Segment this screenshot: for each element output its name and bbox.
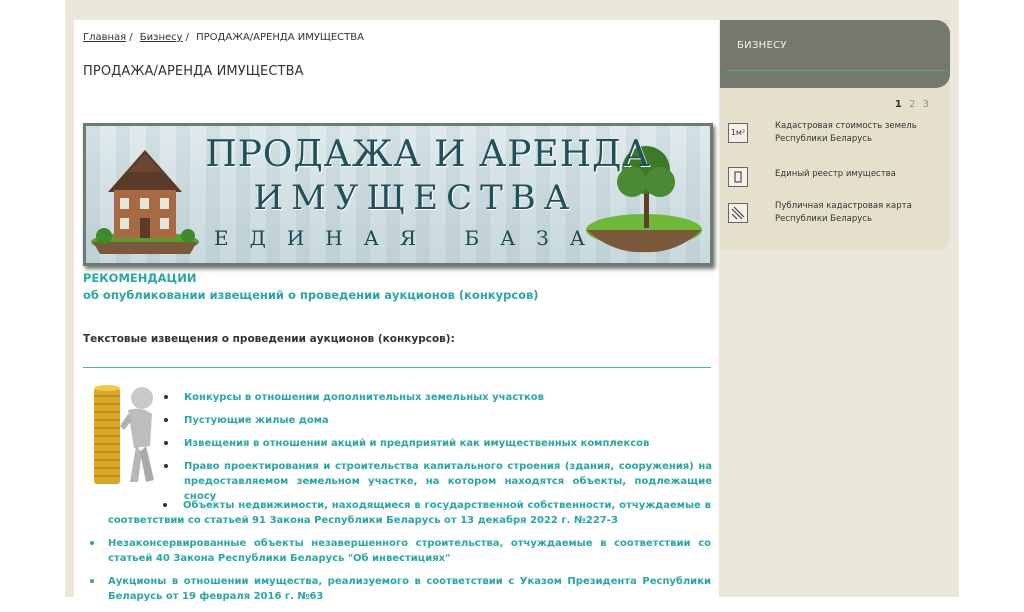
- coins-figure-illustration: [94, 385, 154, 484]
- banner-line-1: ПРОДАЖА И АРЕНДА: [205, 134, 651, 175]
- sidebar-item-property-register[interactable]: Единый реестр имущества: [726, 164, 946, 194]
- page-title: ПРОДАЖА/АРЕНДА ИМУЩЕСТВА: [83, 64, 304, 79]
- sidebar-item-label: Публичная кадастровая карта Республики Б…: [775, 201, 912, 224]
- breadcrumb: Главная / Бизнесу / ПРОДАЖА/АРЕНДА ИМУЩЕСТ…: [83, 32, 364, 43]
- banner-image: ПРОДАЖА И АРЕНДА ИМУЩЕСТВА ЕДИНАЯ БАЗА: [83, 123, 713, 266]
- page-1-button[interactable]: 1: [895, 99, 902, 110]
- banner-line-2: ИМУЩЕСТВА: [253, 178, 578, 218]
- sidebar-header-line: [726, 70, 948, 71]
- recommendations-title: РЕКОМЕНДАЦИИ: [83, 271, 197, 285]
- property-register-icon: [728, 167, 748, 187]
- recommendations-subtitle: об опубликовании извещений о проведении …: [83, 288, 539, 302]
- sidebar-item-cadastral-map[interactable]: Публичная кадастровая карта Республики Б…: [726, 200, 946, 230]
- link-decree-63-auctions[interactable]: Аукционы в отношении имущества, реализуе…: [90, 574, 711, 604]
- link-state-property-objects[interactable]: Объекты недвижимости, находящиеся в госу…: [108, 498, 711, 528]
- sidebar-item-label: Кадастровая стоимость земель Республики …: [775, 121, 917, 144]
- page-3-button[interactable]: 3: [923, 99, 929, 110]
- cadastral-value-icon: 1м²: [728, 123, 748, 143]
- sidebar-header: БИЗНЕСУ: [720, 20, 950, 88]
- sidebar-pager: 1 2 3: [891, 99, 929, 110]
- page-2-button[interactable]: 2: [909, 99, 915, 110]
- breadcrumb-business-link[interactable]: Бизнесу: [140, 32, 183, 43]
- main-content: Главная / Бизнесу / ПРОДАЖА/АРЕНДА ИМУЩЕСТ…: [74, 20, 719, 602]
- link-vacant-houses[interactable]: Пустующие жилые дома: [164, 413, 712, 428]
- banner-line-3: ЕДИНАЯ БАЗА: [214, 226, 606, 250]
- notices-heading: Текстовые извещения о проведении аукцион…: [83, 333, 455, 345]
- breadcrumb-home-link[interactable]: Главная: [83, 32, 126, 43]
- link-additional-land-plots[interactable]: Конкурсы в отношении дополнительных земе…: [164, 390, 712, 405]
- sidebar-item-label: Единый реестр имущества: [775, 169, 896, 179]
- recommendations-link[interactable]: РЕКОМЕНДАЦИИ об опубликовании извещений …: [83, 270, 539, 304]
- sidebar-item-cadastral-value[interactable]: 1м² Кадастровая стоимость земель Республ…: [726, 120, 946, 150]
- divider: [83, 367, 711, 368]
- sidebar: БИЗНЕСУ 1 2 3 1м² Кадастровая стоимость …: [720, 20, 950, 250]
- link-shares-and-enterprises[interactable]: Извещения в отношении акций и предприяти…: [164, 436, 712, 451]
- notice-links-list-2: Незаконсервированные объекты незавершенн…: [90, 536, 711, 612]
- sidebar-title: БИЗНЕСУ: [737, 40, 787, 51]
- cadastral-map-icon: [728, 203, 748, 223]
- notice-links-list: Конкурсы в отношении дополнительных земе…: [164, 390, 712, 512]
- breadcrumb-current: ПРОДАЖА/АРЕНДА ИМУЩЕСТВА: [196, 32, 364, 43]
- bullet: [163, 503, 167, 507]
- link-unfinished-construction[interactable]: Незаконсервированные объекты незавершенн…: [90, 536, 711, 566]
